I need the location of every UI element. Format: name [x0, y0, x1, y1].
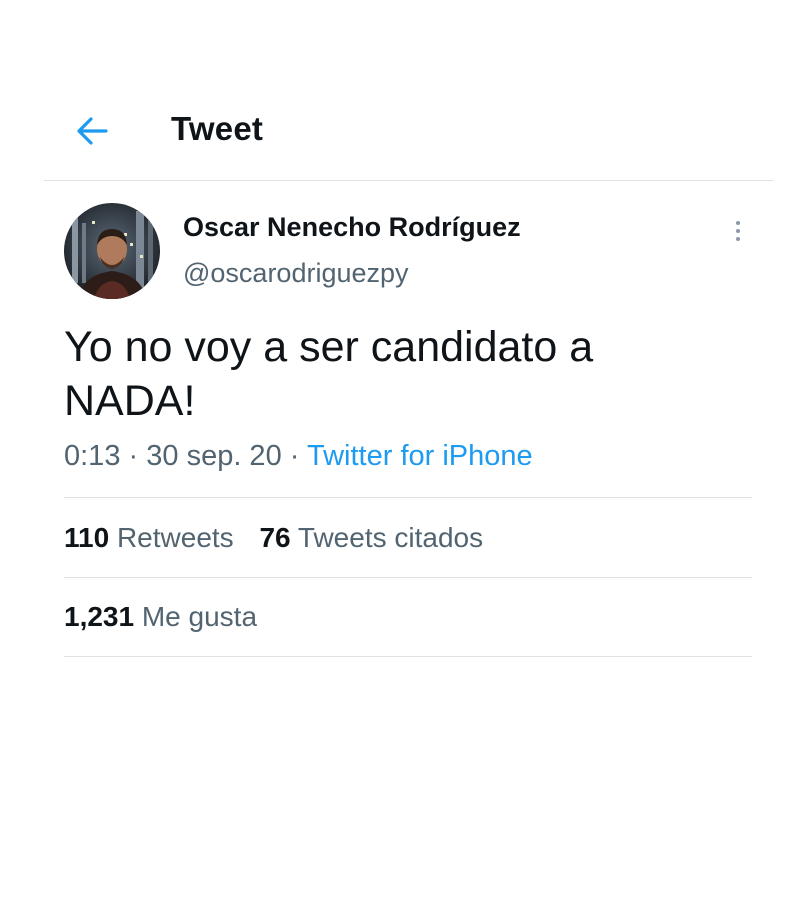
engagement-stats: 110 Retweets 76 Tweets citados	[64, 522, 501, 554]
tweet-source[interactable]: Twitter for iPhone	[307, 440, 533, 472]
tweet-meta: 0:13 · 30 sep. 20 · Twitter for iPhone	[64, 440, 533, 473]
arrow-left-icon	[77, 117, 108, 145]
avatar[interactable]	[64, 203, 160, 299]
retweets-count: 110	[64, 522, 110, 553]
retweets-stat[interactable]: 110 Retweets	[64, 522, 241, 553]
more-vertical-icon	[736, 221, 740, 225]
author-handle[interactable]: @oscarodriguezpy	[183, 258, 409, 289]
meta-separator: ·	[289, 440, 300, 472]
divider	[64, 497, 752, 498]
more-vertical-icon-dot	[736, 229, 740, 233]
avatar-photo	[64, 203, 160, 299]
tweet-text-line: Yo no voy a ser candidato a	[64, 323, 594, 371]
author-name[interactable]: Oscar Nenecho Rodríguez	[183, 212, 521, 243]
meta-separator: ·	[128, 440, 139, 472]
quotes-label: Tweets citados	[297, 522, 484, 553]
divider	[64, 656, 752, 657]
tweet-header: Tweet	[44, 100, 774, 181]
page-title: Tweet	[171, 110, 264, 147]
more-options-button[interactable]	[724, 214, 752, 248]
back-button[interactable]	[72, 114, 112, 148]
likes-stats: 1,231 Me gusta	[64, 601, 275, 633]
quotes-stat[interactable]: 76 Tweets citados	[259, 522, 483, 553]
tweet-time[interactable]: 0:13	[64, 440, 120, 472]
likes-stat[interactable]: 1,231 Me gusta	[64, 601, 257, 632]
likes-count: 1,231	[64, 601, 135, 632]
tweet-date[interactable]: 30 sep. 20	[146, 440, 281, 472]
more-vertical-icon-dot	[736, 237, 740, 241]
divider	[64, 577, 752, 578]
likes-label: Me gusta	[141, 601, 258, 632]
tweet-text-line: NADA!	[64, 377, 196, 425]
quotes-count: 76	[259, 522, 291, 553]
tweet-text: Yo no voy a ser candidato a NADA!	[64, 320, 684, 428]
retweets-label: Retweets	[116, 522, 234, 553]
